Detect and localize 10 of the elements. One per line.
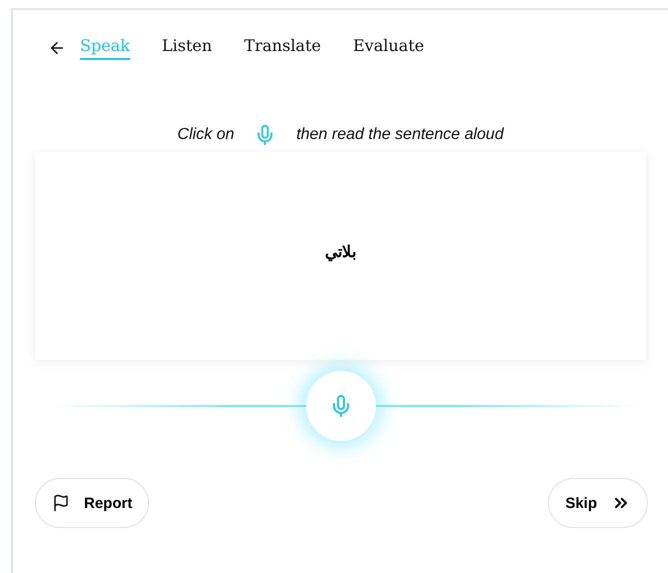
tab[interactable]: Translate xyxy=(244,36,321,60)
instruction-text: Click on xyxy=(177,126,234,144)
flag-icon xyxy=(52,494,70,512)
back-button[interactable] xyxy=(48,39,66,57)
skip-button[interactable]: Skip xyxy=(548,478,648,528)
tab[interactable]: Listen xyxy=(162,36,212,60)
tab[interactable]: Evaluate xyxy=(353,36,424,60)
report-button[interactable]: Report xyxy=(35,478,150,528)
sentence-text: بلاتي xyxy=(325,243,356,262)
instruction-text: then read the sentence aloud xyxy=(296,126,504,144)
